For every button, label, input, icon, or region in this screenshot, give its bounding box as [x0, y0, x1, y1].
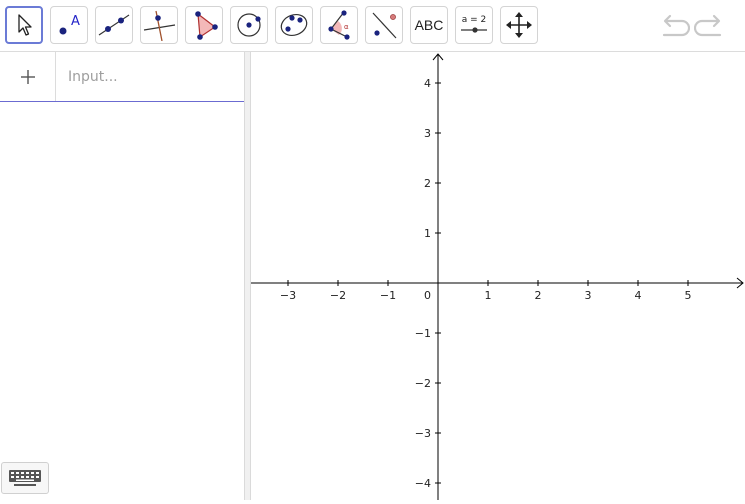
- text-icon: ABC: [414, 17, 444, 33]
- redo-icon: [693, 14, 722, 37]
- perpendicular-tool-button[interactable]: [140, 6, 178, 44]
- x-tick-label: 4: [635, 289, 642, 302]
- slider-icon: a = 2: [461, 15, 487, 33]
- keyboard-icon: [9, 470, 41, 486]
- keyboard-toggle-button[interactable]: [1, 462, 49, 494]
- move-tool-button[interactable]: [5, 6, 43, 44]
- y-tick-label: 4: [424, 77, 431, 90]
- circle-tool-button[interactable]: [230, 6, 268, 44]
- svg-text:A: A: [71, 14, 80, 29]
- polygon-tool-button[interactable]: [185, 6, 223, 44]
- reflect-tool-button[interactable]: [365, 6, 403, 44]
- origin-label: 0: [424, 289, 431, 302]
- y-tick-label: −1: [415, 327, 431, 340]
- line-tool-button[interactable]: [95, 6, 133, 44]
- x-tick-label: −1: [380, 289, 396, 302]
- slider-tool-button[interactable]: a = 2: [455, 6, 493, 44]
- point-label-icon: A: [59, 14, 80, 35]
- x-tick-label: 5: [685, 289, 692, 302]
- reflect-about-line-icon: [372, 12, 397, 39]
- x-tick-label: 2: [535, 289, 542, 302]
- ellipse-icon: [280, 14, 308, 36]
- algebra-view: [0, 52, 244, 500]
- move-graphics-tool-button[interactable]: [500, 6, 538, 44]
- conic-tool-button[interactable]: [275, 6, 313, 44]
- x-tick-label: 1: [485, 289, 492, 302]
- algebra-input-row: [0, 52, 244, 102]
- point-tool-button[interactable]: A: [50, 6, 88, 44]
- graphics-view[interactable]: −3 −2 −1 1 2 3 4 5 0 4 3 2 1 −1 −2 −3 −4: [251, 52, 745, 500]
- y-tick-label: 2: [424, 177, 431, 190]
- y-tick-label: 3: [424, 127, 431, 140]
- undo-button[interactable]: [658, 12, 691, 42]
- circle-center-point-icon: [237, 13, 261, 37]
- cursor-arrow-icon: [18, 14, 32, 36]
- y-tick-label: −3: [415, 427, 431, 440]
- algebra-input[interactable]: [57, 52, 244, 101]
- coordinate-plane[interactable]: −3 −2 −1 1 2 3 4 5 0 4 3 2 1 −1 −2 −3 −4: [251, 52, 745, 500]
- angle-icon: α: [328, 10, 350, 40]
- x-tick-label: −3: [280, 289, 296, 302]
- angle-tool-button[interactable]: α: [320, 6, 358, 44]
- x-tick-label: −2: [330, 289, 346, 302]
- svg-text:α: α: [344, 23, 349, 31]
- plus-icon: [20, 69, 35, 84]
- undo-icon: [662, 14, 691, 37]
- polygon-icon: [195, 11, 218, 40]
- move-graphics-view-icon: [506, 12, 532, 38]
- text-tool-button[interactable]: ABC: [410, 6, 448, 44]
- line-through-points-icon: [98, 14, 130, 36]
- add-item-button[interactable]: [0, 52, 56, 101]
- y-tick-label: −4: [415, 477, 431, 490]
- toolbar: A α ABC a = 2: [0, 0, 745, 52]
- y-tick-label: −2: [415, 377, 431, 390]
- view-splitter[interactable]: [244, 52, 251, 500]
- redo-button[interactable]: [693, 12, 726, 42]
- svg-text:a = 2: a = 2: [462, 15, 487, 25]
- y-tick-label: 1: [424, 227, 431, 240]
- perpendicular-line-icon: [143, 10, 176, 41]
- x-tick-label: 3: [585, 289, 592, 302]
